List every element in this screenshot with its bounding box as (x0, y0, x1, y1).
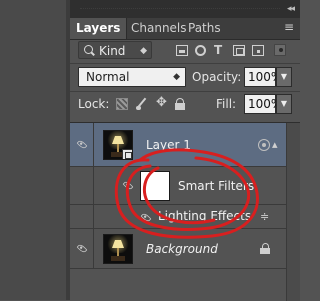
smart-object-filter-icon[interactable] (252, 45, 264, 56)
opacity-label: Opacity: (192, 70, 242, 84)
kind-filter-dropdown[interactable]: Kind ◆ (78, 41, 152, 59)
kind-filter-label: Kind (99, 44, 126, 58)
fill-input[interactable]: 100% (244, 94, 282, 114)
filter-mask-thumbnail[interactable] (140, 171, 170, 201)
pixel-layer-filter-icon[interactable] (176, 45, 188, 56)
filter-name[interactable]: Lighting Effects (158, 209, 251, 223)
smart-filters-label: Smart Filters (178, 179, 255, 193)
collapse-icon[interactable]: ◂◂ (287, 5, 295, 14)
lock-transparent-pixels-icon[interactable] (116, 98, 128, 110)
layer-thumbnail (103, 130, 133, 160)
eye-icon[interactable] (76, 139, 88, 150)
eye-icon[interactable] (140, 212, 152, 223)
panel-header-strip[interactable]: ◂◂ (70, 0, 300, 18)
layer-name[interactable]: Layer 1 (146, 138, 191, 152)
layer-thumbnail (103, 234, 133, 264)
canvas-edge (0, 0, 70, 300)
divider (70, 91, 300, 92)
lock-position-icon[interactable]: ✥ (156, 96, 168, 109)
search-icon (84, 45, 93, 54)
shape-layer-filter-icon[interactable] (233, 45, 245, 56)
lock-all-icon[interactable] (174, 98, 186, 110)
panel-menu-icon[interactable]: ≡ (284, 20, 294, 34)
panel-grip[interactable] (80, 8, 280, 11)
blend-mode-select[interactable]: Normal ◆ (78, 67, 186, 87)
filter-toggle-icon[interactable] (274, 44, 286, 56)
tab-paths[interactable]: Paths (182, 18, 227, 39)
type-layer-filter-icon[interactable]: T (214, 44, 226, 56)
dropdown-arrow-icon: ◆ (140, 46, 147, 56)
opacity-input[interactable]: 100% (244, 67, 282, 87)
blend-mode-value: Normal (86, 70, 130, 84)
visibility-column (70, 167, 94, 204)
visibility-column (70, 229, 94, 268)
lock-label: Lock: (78, 97, 110, 111)
eye-icon[interactable] (76, 243, 88, 254)
tab-layers[interactable]: Layers (70, 18, 128, 39)
adjustment-layer-filter-icon[interactable] (195, 45, 206, 56)
fill-slider-button[interactable]: ▼ (276, 94, 292, 114)
expand-arrow-icon[interactable]: ▴ (272, 139, 277, 150)
layers-list: Layer 1 ▴ Smart Filters Lighting Effects… (70, 122, 300, 301)
visibility-column (70, 123, 94, 166)
lamp-base (111, 256, 125, 261)
layer-row[interactable]: Background (70, 229, 300, 269)
smart-object-badge-icon (122, 149, 132, 159)
lock-row: Lock: ✥ Fill: 100% ▼ (70, 94, 300, 116)
layer-filter-bar: Kind ◆ T (70, 40, 300, 64)
panel-tabs: Layers Channels Paths ≡ (70, 18, 300, 40)
blending-options-icon[interactable]: ≑ (260, 211, 269, 222)
smart-filters-row[interactable]: Smart Filters (70, 167, 300, 205)
scrollbar[interactable] (286, 123, 300, 301)
smart-filter-indicator-icon (258, 139, 270, 151)
divider (70, 63, 300, 64)
layers-panel: ◂◂ Layers Channels Paths ≡ Kind ◆ T Norm… (70, 0, 300, 301)
filter-row[interactable]: Lighting Effects ≑ (70, 205, 300, 229)
dropdown-arrow-icon: ◆ (173, 72, 180, 82)
fill-label: Fill: (216, 97, 237, 111)
visibility-column (70, 205, 94, 228)
blend-row: Normal ◆ Opacity: 100% ▼ (70, 67, 300, 89)
layer-row[interactable]: Layer 1 ▴ (70, 123, 300, 167)
lock-image-pixels-icon[interactable] (136, 98, 148, 110)
eye-icon[interactable] (122, 180, 134, 191)
opacity-slider-button[interactable]: ▼ (276, 67, 292, 87)
lock-icon (260, 243, 270, 254)
layer-name[interactable]: Background (146, 242, 218, 256)
